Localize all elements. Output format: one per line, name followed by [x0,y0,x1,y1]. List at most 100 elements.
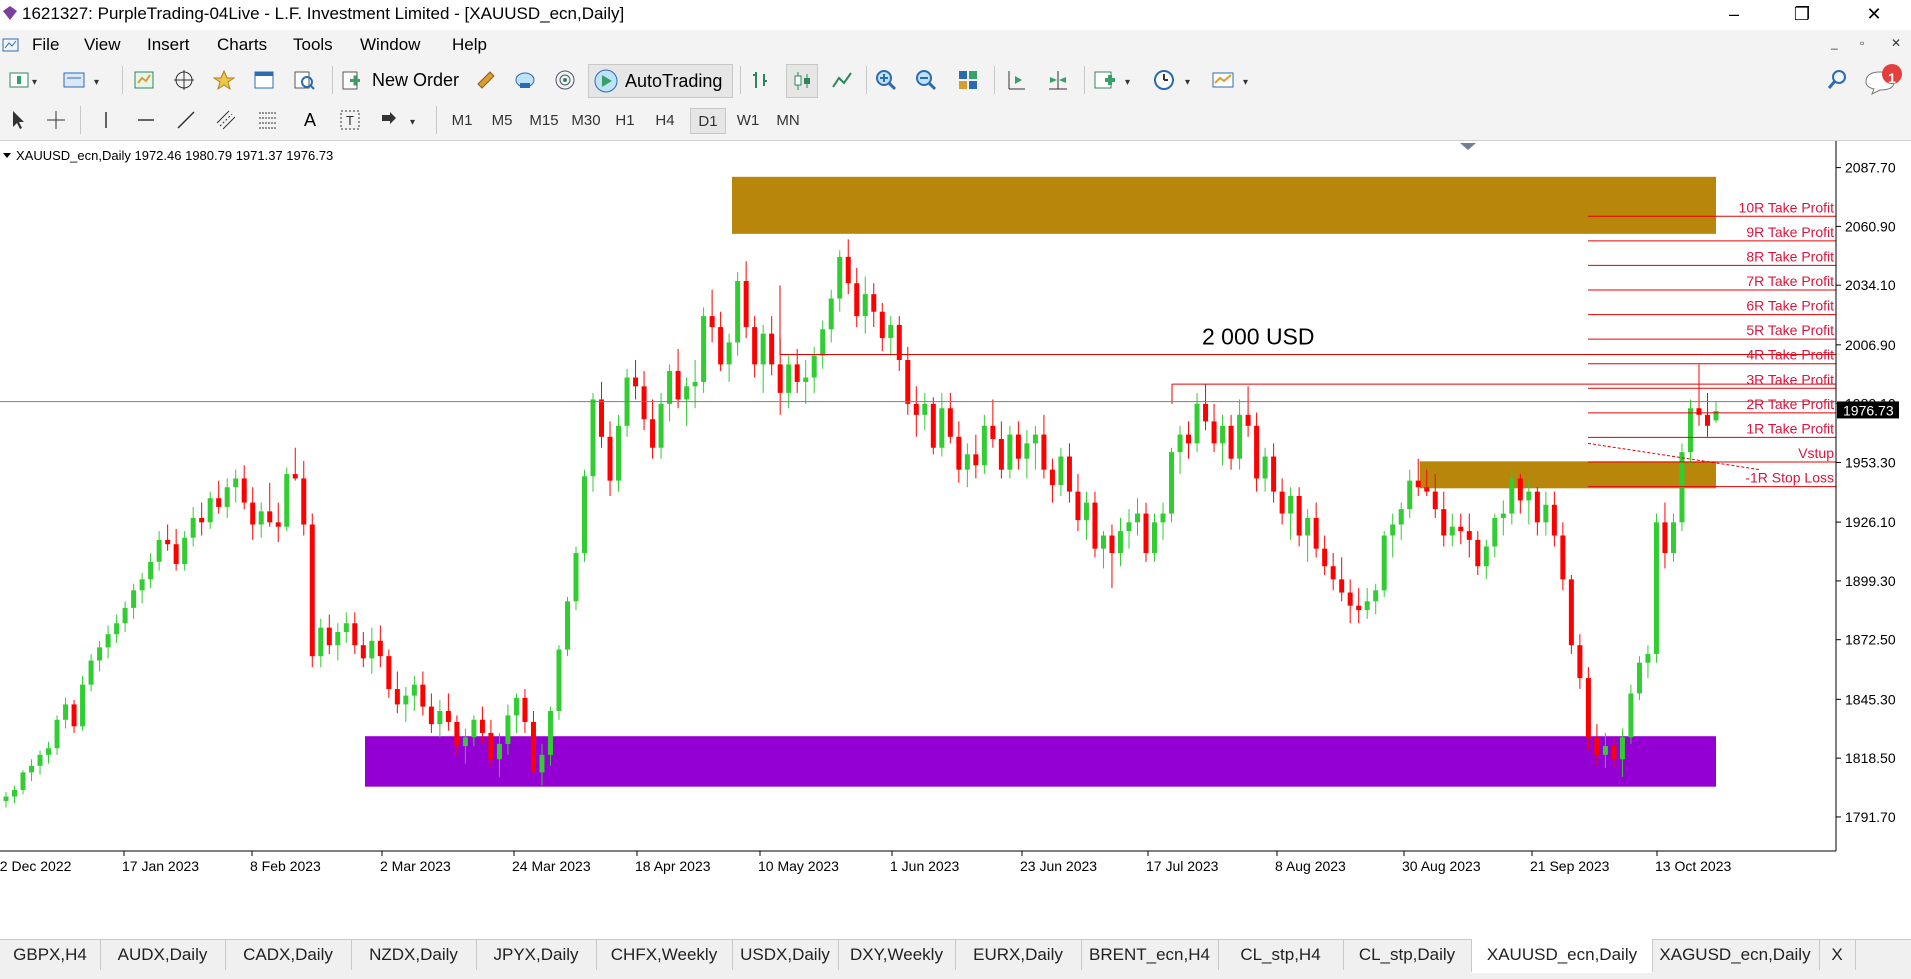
chart-tab[interactable]: CADX,Daily [225,940,352,970]
chart-tab[interactable]: XAGUSD_ecn,Daily [1651,940,1820,970]
mdi-restore-button[interactable]: ▫ [1860,36,1864,50]
candle-body [990,425,996,439]
mdi-minimize-button[interactable]: _ [1831,36,1838,50]
chart-menu-arrow-icon[interactable] [3,153,11,158]
candle [1679,443,1685,532]
chart-tab[interactable]: XAUUSD_ecn,Daily [1471,939,1653,973]
line-chart-icon[interactable] [828,68,856,92]
chart-tab[interactable]: CL_stp,H4 [1218,940,1344,970]
chart-tab[interactable]: AUDX,Daily [100,940,226,970]
strategy-tester-icon[interactable] [290,68,318,92]
fibonacci-icon[interactable] [254,108,282,132]
market-watch-icon[interactable] [130,68,158,92]
auto-scroll-icon[interactable] [1044,68,1072,92]
text-icon[interactable]: A [296,108,324,132]
notifications-icon[interactable]: 1 [1862,64,1906,96]
navigator-icon[interactable] [170,68,198,92]
timeframe-m1[interactable]: M1 [444,108,480,132]
candle [369,627,375,674]
templates-icon[interactable]: ▾ [1210,68,1258,92]
menu-window[interactable]: Window [360,35,420,55]
candle [411,675,417,711]
equidistant-channel-icon[interactable] [212,108,240,132]
menu-view[interactable]: View [84,35,121,55]
candle [1066,443,1072,503]
text-label-icon[interactable]: T [336,108,364,132]
candle [1152,513,1158,562]
time-tick-label: 30 Aug 2023 [1402,858,1481,874]
mdi-close-button[interactable]: ✕ [1891,36,1901,50]
price-chart[interactable]: 2 000 USD 10R Take Profit 9R Take Profit 8R… [0,141,1911,909]
chart-shift-icon[interactable] [1002,68,1030,92]
candle [845,239,851,295]
maximize-button[interactable]: ❐ [1780,2,1824,26]
terminal-icon[interactable] [250,68,278,92]
data-window-icon[interactable] [210,68,238,92]
timeframe-d1[interactable]: D1 [690,108,726,134]
close-button[interactable]: ✕ [1852,2,1896,26]
chart-tab[interactable]: JPYX,Daily [476,940,597,970]
arrows-icon[interactable]: ▾ [376,108,426,132]
price-tick-label: 1818.50 [1845,750,1896,766]
menu-insert[interactable]: Insert [147,35,190,55]
candle-body [1500,513,1506,518]
chart-tab[interactable]: CHFX,Weekly [596,940,733,970]
chart-tab[interactable]: USDX,Daily [732,940,839,970]
candle-body [854,283,860,317]
new-chart-icon[interactable]: ▾ [4,68,44,92]
search-icon[interactable] [1823,68,1851,92]
timeframe-m15[interactable]: M15 [524,108,564,132]
chart-tab[interactable]: X [1819,940,1856,970]
candle-body [1492,517,1498,547]
chart-tab[interactable]: NZDX,Daily [351,940,477,970]
menu-file[interactable]: File [32,35,59,55]
metaeditor-icon[interactable] [472,68,500,92]
timeframe-w1[interactable]: W1 [730,108,766,132]
timeframe-h1[interactable]: H1 [608,108,642,132]
new-order-button[interactable]: New Order [340,68,466,92]
horizontal-line-icon[interactable] [132,108,160,132]
bar-chart-icon[interactable] [746,68,774,92]
new-order-icon [342,71,360,90]
indicators-icon[interactable]: ▾ [1092,68,1140,92]
menu-charts[interactable]: Charts [217,35,267,55]
chart-tab[interactable]: BRENT_ecn,H4 [1081,940,1219,970]
chart-tab[interactable]: EURX,Daily [955,940,1082,970]
zoom-in-icon[interactable] [872,68,900,92]
timeframe-h4[interactable]: H4 [648,108,682,132]
toolbar-separator [122,66,123,94]
level-label: 2R Take Profit [1746,396,1834,412]
menu-tools[interactable]: Tools [293,35,333,55]
candle-body [1032,434,1038,444]
candle-body [216,498,222,507]
tile-windows-icon[interactable] [954,68,982,92]
crosshair-icon[interactable] [42,108,70,132]
candle-body [335,632,341,646]
autotrading-button[interactable]: AutoTrading [588,64,733,98]
candle [905,346,911,415]
chart-shift-marker-icon[interactable] [1460,143,1476,150]
radar-icon[interactable] [551,68,579,92]
timeframe-mn[interactable]: MN [770,108,806,132]
candle [326,614,332,654]
chart-tab[interactable]: DXY,Weekly [838,940,956,970]
candle-body [1347,592,1353,606]
vertical-line-icon[interactable] [92,108,120,132]
candle [1100,531,1106,569]
trendline-icon[interactable] [172,108,200,132]
cursor-icon[interactable] [4,108,32,132]
chart-tab[interactable]: CL_stp,Daily [1343,940,1472,970]
candlestick-icon[interactable] [786,64,818,98]
signals-icon[interactable] [511,68,539,92]
chart-tab[interactable]: GBPX,H4 [0,940,101,970]
zoom-out-icon[interactable] [912,68,940,92]
candle-body [1152,522,1158,554]
periods-icon[interactable]: ▾ [1152,68,1200,92]
minimize-button[interactable]: – [1712,2,1756,26]
timeframe-m5[interactable]: M5 [484,108,520,132]
profiles-icon[interactable]: ▾ [60,68,110,92]
menu-help[interactable]: Help [452,35,487,55]
timeframe-m30[interactable]: M30 [566,108,606,132]
candle-body [862,294,868,317]
candle-body [769,333,775,365]
